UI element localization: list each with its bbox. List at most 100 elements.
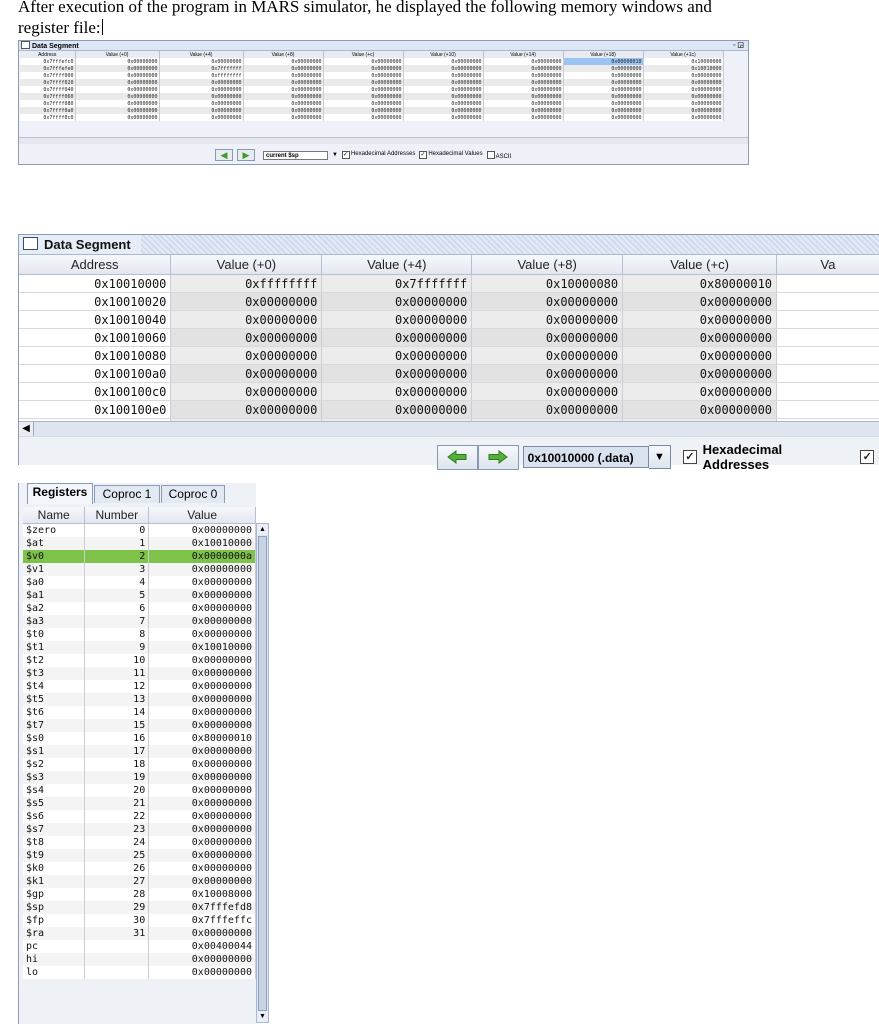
column-header: Address <box>20 51 76 58</box>
register-row: $ra 31 0x00000000 <box>23 927 256 940</box>
tab-registers[interactable]: Registers <box>27 483 93 504</box>
scroll-up-icon[interactable]: ▲ <box>257 524 268 535</box>
address-cell: 0x7ffff080 <box>20 100 76 107</box>
register-name: $v0 <box>23 550 86 563</box>
small-data-segment-title: Data Segment <box>32 43 79 50</box>
register-value[interactable]: 0x00000000 <box>148 680 256 693</box>
value-cell: 0x00000000 <box>483 72 564 79</box>
hex-addresses-checkbox[interactable]: ✓ Hexadecimal Addresses ✓ <box>683 442 879 472</box>
register-name: $t1 <box>23 641 86 654</box>
register-value[interactable]: 0x00000000 <box>148 862 256 875</box>
value-cell: 0x00000000 <box>643 93 724 100</box>
register-value[interactable]: 0x00000000 <box>148 823 256 836</box>
register-value[interactable]: 0x00000000 <box>148 615 256 628</box>
register-value[interactable]: 0x00000000 <box>148 810 256 823</box>
register-name: $s1 <box>23 745 86 758</box>
register-value[interactable]: 0x00000000 <box>148 953 256 966</box>
register-value[interactable]: 0x00000000 <box>148 706 256 719</box>
register-value[interactable]: 0x00000000 <box>148 849 256 862</box>
register-value[interactable]: 0x10010000 <box>148 537 256 550</box>
address-cell: 0x100100c0 <box>19 382 172 401</box>
register-value[interactable]: 0x00000000 <box>148 628 256 641</box>
registers-panel: Registers Coproc 1 Coproc 0 Name Number Va… <box>18 483 269 1024</box>
register-value[interactable]: 0x00000000 <box>148 576 256 589</box>
value-cell: 0x00000000 <box>622 292 778 311</box>
registers-vertical-scrollbar[interactable]: ▲ ▼ <box>256 523 269 1023</box>
register-value[interactable]: 0x00000000 <box>148 719 256 732</box>
register-value[interactable]: 0x00000000 <box>148 797 256 810</box>
small-data-segment-footer: ◀ ▶ current $sp ▼ ✓ Hexadecimal Addresses… <box>215 149 511 161</box>
register-number: 31 <box>84 927 150 940</box>
address-cell: 0x7fffefe0 <box>20 65 76 72</box>
register-row: $t8 24 0x00000000 <box>23 836 256 849</box>
register-value[interactable]: 0x7fffefd8 <box>148 901 256 914</box>
horizontal-scrollbar[interactable]: ◀ <box>19 421 879 436</box>
scrollbar-thumb[interactable] <box>258 536 267 1011</box>
register-value[interactable]: 0x7fffeffc <box>148 914 256 927</box>
register-value[interactable]: 0x00000000 <box>148 836 256 849</box>
small-next-button[interactable]: ▶ <box>237 149 255 161</box>
small-hex-values-checkbox[interactable]: ✓ Hexadecimal Values <box>419 151 483 159</box>
small-ascii-checkbox[interactable]: ASCII <box>486 150 511 160</box>
register-value[interactable]: 0x00000000 <box>148 758 256 771</box>
value-cell: 0x00000000 <box>483 86 564 93</box>
value-cell: 0x00000000 <box>323 100 404 107</box>
small-segment-select[interactable]: current $sp <box>263 150 328 160</box>
value-cell: 0x00000000 <box>170 346 323 365</box>
register-value[interactable]: 0x00000000 <box>148 654 256 667</box>
small-horizontal-scrollbar[interactable] <box>19 137 748 144</box>
register-value[interactable]: 0x10008000 <box>148 888 256 901</box>
register-name: $t8 <box>23 836 86 849</box>
value-cell <box>776 274 879 293</box>
value-cell: 0x00000000 <box>622 382 778 401</box>
checkmark-icon[interactable]: ✓ <box>860 450 874 464</box>
scroll-down-icon[interactable]: ▼ <box>257 1011 268 1022</box>
register-value[interactable]: 0x00000000 <box>148 771 256 784</box>
value-cell: 0x00000000 <box>403 114 484 121</box>
register-value[interactable]: 0x00000000 <box>148 875 256 888</box>
register-value[interactable]: 0x10010000 <box>148 641 256 654</box>
value-cell <box>776 310 879 329</box>
register-value[interactable]: 0x00400044 <box>148 940 256 953</box>
data-segment-table: Address Value (+0) Value (+4) Value (+8) Val… <box>19 255 879 437</box>
register-name: $s4 <box>23 784 86 797</box>
value-cell: 0x00000000 <box>243 58 324 65</box>
prev-page-button[interactable] <box>437 444 478 470</box>
window-controls-icon[interactable]: ▫ ◲ <box>733 41 744 50</box>
register-number: 28 <box>84 888 150 901</box>
value-cell: 0x00000000 <box>321 400 473 419</box>
register-value[interactable]: 0x00000000 <box>148 563 256 576</box>
register-number: 27 <box>84 875 150 888</box>
value-cell: 0x00000000 <box>321 364 473 383</box>
chevron-down-icon[interactable]: ▼ <box>648 445 672 469</box>
register-value[interactable]: 0x80000010 <box>148 732 256 745</box>
small-prev-button[interactable]: ◀ <box>215 149 233 161</box>
next-page-button[interactable] <box>477 444 519 470</box>
tab-coproc-1[interactable]: Coproc 1 <box>94 485 160 503</box>
small-hex-addresses-checkbox[interactable]: ✓ Hexadecimal Addresses <box>341 151 415 159</box>
register-value[interactable]: 0x00000000 <box>148 589 256 602</box>
address-cell: 0x10010060 <box>19 328 172 347</box>
register-number: 16 <box>84 732 150 745</box>
column-header: Value (+0) <box>75 51 160 58</box>
register-value[interactable]: 0x00000000 <box>148 523 256 537</box>
segment-select[interactable]: 0x10010000 (.data) <box>522 446 649 468</box>
register-value[interactable]: 0x00000000 <box>148 602 256 615</box>
register-value[interactable]: 0x00000000 <box>148 667 256 680</box>
column-header: Value (+4) <box>159 51 244 58</box>
value-cell: 0x00000000 <box>563 65 644 72</box>
register-name: $s5 <box>23 797 86 810</box>
value-cell: 0x00000000 <box>483 100 564 107</box>
small-dropdown-icon[interactable]: ▼ <box>332 152 338 158</box>
register-value[interactable]: 0x00000000 <box>148 693 256 706</box>
registers-table: Name Number Value $zero 0 0x00000000 $at 1 0x10… <box>23 507 256 979</box>
register-value[interactable]: 0x00000000 <box>148 784 256 797</box>
register-value[interactable]: 0x00000000 <box>148 745 256 758</box>
data-segment-title: Data Segment <box>44 237 131 252</box>
register-value[interactable]: 0x00000000 <box>148 966 256 979</box>
scroll-left-icon[interactable]: ◀ <box>19 422 34 436</box>
value-cell: 0x00000000 <box>403 93 484 100</box>
tab-coproc-0[interactable]: Coproc 0 <box>161 485 225 503</box>
register-value[interactable]: 0x00000000 <box>148 927 256 940</box>
register-value[interactable]: 0x0000000a <box>148 550 256 563</box>
